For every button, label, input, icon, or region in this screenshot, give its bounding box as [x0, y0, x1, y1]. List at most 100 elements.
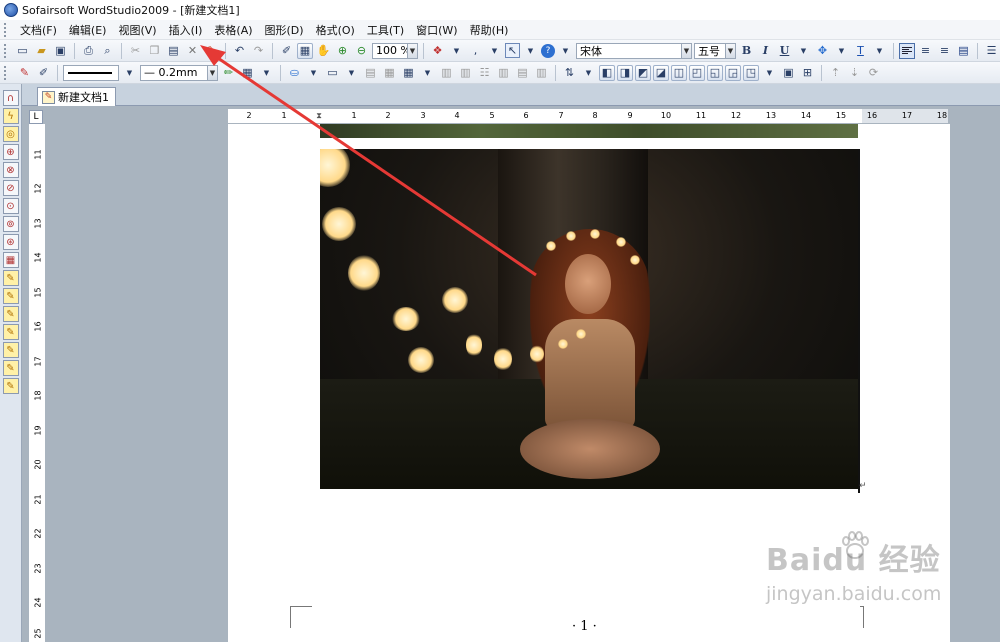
- chevron-down-icon[interactable]: ▼: [121, 64, 138, 81]
- format-painter-icon[interactable]: ✎: [203, 42, 220, 59]
- comma-icon[interactable]: ,: [467, 42, 484, 59]
- delete-column-icon[interactable]: ▥: [533, 64, 550, 81]
- hand-pan-icon[interactable]: ✋: [315, 42, 332, 59]
- undo-icon[interactable]: ↶: [231, 42, 248, 59]
- edit-object-icon[interactable]: ✎: [16, 64, 33, 81]
- new-document-icon[interactable]: ▭: [14, 42, 31, 59]
- pen-3-icon[interactable]: ✎: [2, 306, 19, 322]
- font-size-select[interactable]: 五号 ▼: [694, 42, 736, 59]
- text-effect-icon[interactable]: ✥: [814, 42, 831, 59]
- pen-2-icon[interactable]: ✎: [2, 288, 19, 304]
- underline-button[interactable]: U: [776, 42, 793, 59]
- insert-row-icon[interactable]: ☷: [476, 64, 493, 81]
- shape-tool-6-icon[interactable]: ◰: [689, 64, 705, 81]
- chevron-down-icon[interactable]: ▼: [761, 64, 778, 81]
- shape-tool-7-icon[interactable]: ◱: [707, 64, 723, 81]
- chevron-down-icon[interactable]: ▼: [871, 42, 888, 59]
- line-style-select[interactable]: [63, 64, 119, 81]
- inserted-photo[interactable]: [320, 149, 858, 489]
- delete-row-icon[interactable]: ▤: [514, 64, 531, 81]
- shape-tool-1-icon[interactable]: ◧: [599, 64, 615, 81]
- merge-cells-icon[interactable]: ▥: [438, 64, 455, 81]
- ruler-tab-selector[interactable]: L: [29, 110, 43, 124]
- menubar-grip[interactable]: [4, 22, 8, 37]
- bold-button[interactable]: B: [738, 42, 755, 59]
- chevron-down-icon[interactable]: ▼: [580, 64, 597, 81]
- cut-icon[interactable]: ✂: [127, 42, 144, 59]
- chevron-down-icon[interactable]: ▼: [725, 43, 735, 58]
- cursor-tool-icon[interactable]: ↖: [505, 43, 520, 58]
- align-right-icon[interactable]: ≡: [936, 42, 953, 59]
- delete-icon[interactable]: ✕: [184, 42, 201, 59]
- shape-c-icon[interactable]: ⊘: [2, 180, 19, 196]
- menu-view[interactable]: 视图(V): [112, 22, 162, 38]
- horizontal-ruler[interactable]: 2 1 ⧗ 1 2 3 4 5 6 7 8 9 10 11 12 13 14 1…: [46, 108, 1000, 124]
- pen-6-icon[interactable]: ✎: [2, 360, 19, 376]
- shape-d-icon[interactable]: ⊙: [2, 198, 19, 214]
- table-grid-icon[interactable]: ▦: [400, 64, 417, 81]
- shape-tool-4-icon[interactable]: ◪: [653, 64, 669, 81]
- zoom-select[interactable]: 100 % ▼: [372, 42, 418, 59]
- chevron-down-icon[interactable]: ▼: [258, 64, 275, 81]
- tab-document-1[interactable]: ✎ 新建文档1: [37, 87, 116, 106]
- shape-tool-9-icon[interactable]: ◳: [743, 64, 759, 81]
- chevron-down-icon[interactable]: ▼: [522, 42, 539, 59]
- redo-icon[interactable]: ↷: [250, 42, 267, 59]
- crop-icon[interactable]: ⊞: [799, 64, 816, 81]
- menu-file[interactable]: 文档(F): [14, 22, 63, 38]
- table-insert-icon[interactable]: ▤: [362, 64, 379, 81]
- chevron-down-icon[interactable]: ▼: [419, 64, 436, 81]
- shape-tool-3-icon[interactable]: ◩: [635, 64, 651, 81]
- toolbar-grip[interactable]: [4, 43, 6, 58]
- chevron-down-icon[interactable]: ▼: [486, 42, 503, 59]
- shape-a-icon[interactable]: ⊕: [2, 144, 19, 160]
- edit-frame-icon[interactable]: ✐: [35, 64, 52, 81]
- chevron-down-icon[interactable]: ▼: [795, 42, 812, 59]
- shape-tool-8-icon[interactable]: ◲: [725, 64, 741, 81]
- table-icon[interactable]: ▦: [381, 64, 398, 81]
- print-preview-icon[interactable]: ⌕: [99, 42, 116, 59]
- shape-tool-2-icon[interactable]: ◨: [617, 64, 633, 81]
- chevron-down-icon[interactable]: ▼: [448, 42, 465, 59]
- lightning-icon[interactable]: ϟ: [2, 108, 19, 124]
- magnet-icon[interactable]: ∩: [2, 90, 19, 106]
- circle-tool-icon[interactable]: ◎: [2, 126, 19, 142]
- send-backward-icon[interactable]: ⇣: [846, 64, 863, 81]
- font-name-select[interactable]: 宋体 ▼: [576, 42, 692, 59]
- chevron-down-icon[interactable]: ▼: [305, 64, 322, 81]
- paste-icon[interactable]: ▤: [165, 42, 182, 59]
- pen-5-icon[interactable]: ✎: [2, 342, 19, 358]
- shape-b-icon[interactable]: ⊗: [2, 162, 19, 178]
- chevron-down-icon[interactable]: ▼: [833, 42, 850, 59]
- menu-graphics[interactable]: 图形(D): [259, 22, 310, 38]
- chevron-down-icon[interactable]: ▼: [343, 64, 360, 81]
- save-icon[interactable]: ▣: [52, 42, 69, 59]
- shape-tool-5-icon[interactable]: ◫: [671, 64, 687, 81]
- chevron-down-icon[interactable]: ▼: [207, 65, 217, 80]
- rotate-icon[interactable]: ⟳: [865, 64, 882, 81]
- chevron-down-icon[interactable]: ▼: [681, 43, 691, 58]
- pen-7-icon[interactable]: ✎: [2, 378, 19, 394]
- picture-frame-icon[interactable]: ▣: [780, 64, 797, 81]
- menu-window[interactable]: 窗口(W): [410, 22, 463, 38]
- menu-edit[interactable]: 编辑(E): [63, 22, 113, 38]
- align-center-icon[interactable]: ≡: [917, 42, 934, 59]
- open-folder-icon[interactable]: ▰: [33, 42, 50, 59]
- copy-icon[interactable]: ❐: [146, 42, 163, 59]
- zoom-out-icon[interactable]: ⊖: [353, 42, 370, 59]
- text-direction-icon[interactable]: ⇅: [561, 64, 578, 81]
- menu-insert[interactable]: 插入(I): [163, 22, 209, 38]
- chevron-down-icon[interactable]: ▼: [407, 43, 417, 58]
- italic-button[interactable]: I: [757, 42, 774, 59]
- split-cells-icon[interactable]: ▥: [457, 64, 474, 81]
- border-icon[interactable]: ▦: [239, 64, 256, 81]
- pen-4-icon[interactable]: ✎: [2, 324, 19, 340]
- ruler-indent-marker[interactable]: ⧗: [312, 111, 326, 121]
- grid-tool-icon[interactable]: ▦: [2, 252, 19, 268]
- align-left-icon[interactable]: [899, 42, 915, 59]
- bullet-list-icon[interactable]: ☰: [983, 42, 1000, 59]
- menu-tools[interactable]: 工具(T): [361, 22, 410, 38]
- print-icon[interactable]: ⎙: [80, 42, 97, 59]
- insert-column-icon[interactable]: ▥: [495, 64, 512, 81]
- line-width-select[interactable]: — 0.2mm ▼: [140, 64, 218, 81]
